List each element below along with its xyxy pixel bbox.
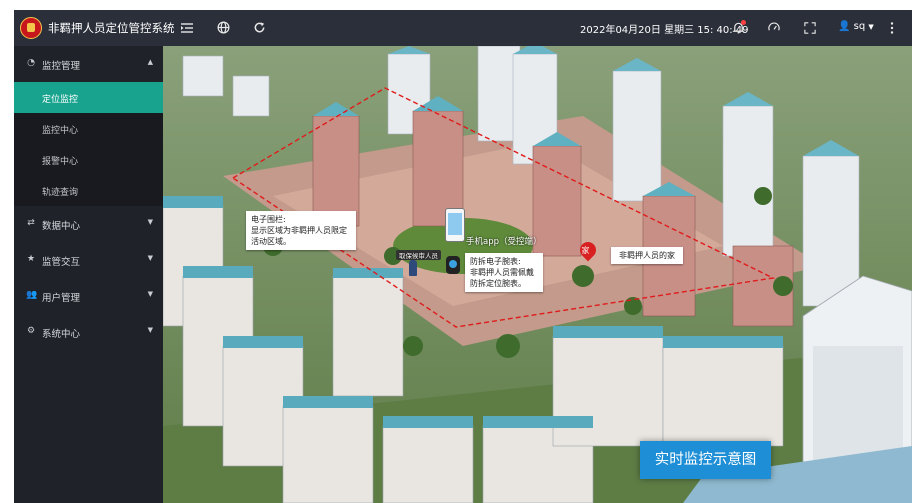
chevron-up-icon: ▲	[147, 58, 153, 66]
theme-palette-icon[interactable]	[764, 18, 784, 38]
menu-group-label: 监管交互	[42, 257, 81, 268]
chevron-down-icon: ▼	[147, 254, 153, 262]
sidebar-item-track-query[interactable]: 轨迹查询	[14, 175, 163, 206]
current-datetime: 2022年04月20日 星期三 15: 40: 49	[580, 25, 749, 36]
star-icon: ★	[26, 254, 36, 264]
app-title: 非羁押人员定位管控系统	[48, 21, 175, 35]
notification-dot	[741, 20, 746, 25]
bracelet-callout-title: 防拆电子腕表:	[470, 257, 521, 266]
globe-icon[interactable]	[213, 18, 233, 38]
emblem-logo	[20, 17, 42, 39]
chevron-down-icon: ▼	[147, 218, 153, 226]
fence-callout-title: 电子围栏:	[251, 215, 286, 224]
settings-icon: ⚙	[26, 326, 36, 336]
bracelet-callout: 防拆电子腕表: 非羁押人员需佩戴防拆定位腕表。	[465, 253, 543, 292]
shuffle-icon: ⇄	[27, 218, 35, 228]
home-callout: 非羁押人员的家	[611, 247, 683, 264]
menu-group-monitoring[interactable]: ◔ 监控管理 ▲	[14, 46, 163, 82]
dashboard-icon: ◔	[27, 58, 35, 68]
sidebar-item-monitoring-center[interactable]: 监控中心	[14, 113, 163, 144]
chevron-down-icon: ▼	[147, 326, 153, 334]
sidebar-item-label: 轨迹查询	[42, 188, 79, 198]
fullscreen-icon[interactable]	[800, 18, 820, 38]
sidebar-item-label: 监控中心	[42, 126, 79, 136]
person-marker-icon	[409, 260, 417, 276]
menu-group-label: 系统中心	[42, 329, 81, 340]
sidebar-item-alarm-center[interactable]: 报警中心	[14, 144, 163, 175]
home-marker-label: 家	[581, 245, 590, 255]
caret-down-icon: ▼	[868, 23, 874, 31]
menu-collapse-icon[interactable]	[177, 18, 197, 38]
sidebar-item-label: 报警中心	[42, 157, 79, 167]
user-icon: 👤	[838, 21, 851, 32]
menu-group-label: 用户管理	[42, 293, 81, 304]
menu-group-supervision[interactable]: ★ 监管交互 ▼	[14, 242, 163, 278]
sidebar-item-label: 定位监控	[42, 95, 79, 105]
refresh-icon[interactable]	[249, 18, 269, 38]
sidebar-item-location-monitoring[interactable]: 定位监控	[14, 82, 163, 113]
users-icon: 👥	[26, 290, 38, 300]
menu-group-system-center[interactable]: ⚙ 系统中心 ▼	[14, 314, 163, 350]
notification-bell-icon[interactable]	[728, 18, 748, 38]
fence-callout: 电子围栏: 显示区域为非羁押人员限定活动区域。	[246, 211, 356, 250]
phone-app-label: 手机app（受控端）	[466, 237, 542, 247]
bracelet-watch-icon	[446, 256, 460, 274]
menu-group-label: 数据中心	[42, 221, 81, 232]
username: sq	[853, 21, 866, 32]
bracelet-callout-text: 非羁押人员需佩戴防拆定位腕表。	[470, 268, 534, 288]
menu-group-user-management[interactable]: 👥 用户管理 ▼	[14, 278, 163, 314]
phone-icon	[445, 208, 465, 242]
chevron-down-icon: ▼	[147, 290, 153, 298]
user-menu[interactable]: 👤 sq ▼	[838, 21, 874, 32]
sidebar: ◔ 监控管理 ▲ 定位监控 监控中心 报警中心 轨迹查询 ⇄ 数据中心 ▼ ★ …	[14, 46, 163, 503]
person-badge: 取保候审人员	[396, 250, 441, 260]
top-bar: 非羁押人员定位管控系统 2022年04月20日 星期三 15: 40: 49 👤…	[14, 10, 912, 46]
realtime-monitoring-banner: 实时监控示意图	[640, 441, 771, 479]
menu-group-data-center[interactable]: ⇄ 数据中心 ▼	[14, 206, 163, 242]
monitoring-map[interactable]: 电子围栏: 显示区域为非羁押人员限定活动区域。 手机app（受控端） 取保候审人…	[163, 46, 912, 503]
more-vertical-icon[interactable]	[882, 18, 902, 38]
menu-group-label: 监控管理	[42, 61, 81, 72]
fence-callout-text: 显示区域为非羁押人员限定活动区域。	[251, 226, 347, 246]
